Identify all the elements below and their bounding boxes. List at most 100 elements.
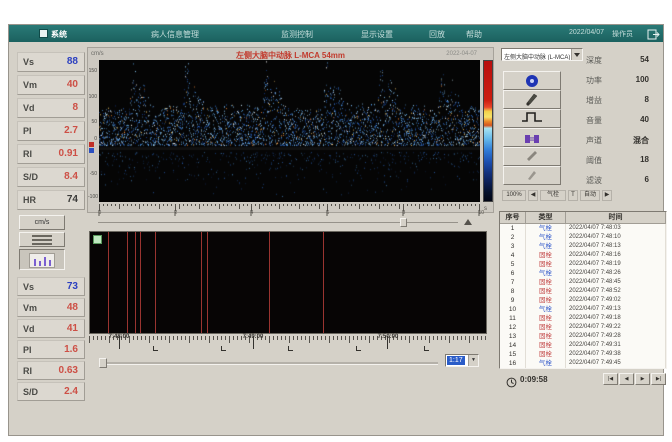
marker-compare-button[interactable]: = (503, 128, 561, 147)
unit-button[interactable]: cm/s (19, 215, 65, 230)
tick (101, 336, 102, 340)
tick (305, 336, 306, 340)
menu-display-settings[interactable]: 显示设置 (361, 29, 393, 40)
tick (345, 336, 346, 340)
chevron-down-icon[interactable]: ▼ (468, 355, 478, 366)
trend-scroll-thumb[interactable] (99, 358, 107, 368)
menu-monitor-control[interactable]: 监测控制 (281, 29, 313, 40)
event-row[interactable]: 16气栓2022/04/07 7:49:45 (500, 359, 666, 368)
prev-button[interactable]: ◀ (528, 190, 538, 201)
next-page-button[interactable]: ▶ (635, 373, 650, 385)
event-row[interactable]: 12固栓2022/04/07 7:49:22 (500, 323, 666, 332)
list-view-button[interactable] (19, 232, 65, 247)
event-row[interactable]: 13固栓2022/04/07 7:49:28 (500, 332, 666, 341)
event-row[interactable]: 3气栓2022/04/07 7:48:13 (500, 242, 666, 251)
sample-gate-button[interactable] (503, 109, 561, 128)
emboli-timeline-plot[interactable] (89, 231, 487, 334)
event-row[interactable]: 15固栓2022/04/07 7:49:38 (500, 350, 666, 359)
event-index: 11 (500, 314, 526, 323)
tick (259, 204, 260, 209)
x-axis-unit: s (484, 206, 487, 212)
menu-help[interactable]: 帮助 (466, 29, 482, 40)
event-row[interactable]: 8固栓2022/04/07 7:48:52 (500, 287, 666, 296)
tick (461, 336, 462, 340)
target-ring-icon (526, 75, 538, 87)
tick (255, 204, 256, 206)
elapsed-time: 0:09:58 (520, 375, 548, 384)
baseline-marker-negative[interactable] (89, 148, 94, 153)
next-button[interactable]: ▶ (602, 190, 612, 201)
tick (279, 204, 280, 209)
tick (213, 336, 214, 340)
event-type: 气栓 (526, 359, 566, 368)
last-page-button[interactable]: ▶| (651, 373, 666, 385)
tick (445, 336, 446, 340)
tick (167, 204, 168, 206)
param-value: 41 (67, 323, 78, 334)
param-vd-upper: Vd8 (17, 98, 85, 118)
histogram-view-button[interactable] (19, 249, 65, 270)
tick (209, 336, 210, 343)
trend-scrollbar[interactable] (101, 362, 438, 365)
tick (195, 204, 196, 206)
tick (181, 336, 182, 340)
doppler-spectrogram[interactable] (99, 60, 480, 202)
scale-spinner[interactable]: 1:17 ▼ (445, 354, 479, 367)
tick (153, 336, 154, 340)
event-table-body[interactable]: 1气栓2022/04/07 7:48:032气栓2022/04/07 7:48:… (500, 224, 666, 369)
tick (319, 204, 320, 209)
tick (177, 336, 178, 340)
event-row[interactable]: 2气栓2022/04/07 7:48:10 (500, 233, 666, 242)
tick (405, 336, 406, 340)
event-row[interactable]: 14固栓2022/04/07 7:49:31 (500, 341, 666, 350)
minute-mark (221, 346, 226, 351)
tick (431, 204, 432, 206)
menu-replay[interactable]: 回放 (429, 29, 445, 40)
event-row[interactable]: 11固栓2022/04/07 7:49:18 (500, 314, 666, 323)
param-value: 40 (67, 79, 78, 90)
vessel-select[interactable]: 左侧大脑中动脉 (L-MCA) (501, 48, 583, 61)
tool-pointer-button[interactable] (503, 166, 561, 185)
emboli-event-line (140, 232, 141, 333)
zoom-level-button[interactable]: 100% (502, 190, 526, 201)
rparam-gain-value: 8 (599, 95, 649, 104)
event-index: 2 (500, 233, 526, 242)
scroll-end-icon[interactable] (464, 219, 472, 225)
tag-button[interactable]: T (568, 190, 578, 201)
app-window: 系统 病人信息管理 监测控制 显示设置 回放 帮助 2022/04/07 操作员… (8, 24, 664, 436)
tick (165, 336, 166, 340)
target-ring-button[interactable] (503, 71, 561, 90)
menu-system[interactable]: 系统 (51, 29, 67, 40)
tick (443, 204, 444, 206)
menu-patient[interactable]: 病人信息管理 (151, 29, 199, 40)
tool-pen-button[interactable] (503, 147, 561, 166)
tick (417, 336, 418, 340)
event-row[interactable]: 6气栓2022/04/07 7:48:26 (500, 269, 666, 278)
event-row[interactable]: 10气栓2022/04/07 7:49:13 (500, 305, 666, 314)
emboli-event-line (135, 232, 136, 333)
auto-button[interactable]: 自动 (580, 190, 600, 201)
tick (107, 204, 108, 206)
trend-time-label: 7:49:00 (243, 334, 264, 340)
tick (357, 336, 358, 340)
spectrogram-scroll-thumb[interactable] (400, 218, 407, 227)
param-vs-upper: Vs88 (17, 52, 85, 72)
param-hr-upper: HR74 (17, 190, 85, 210)
exit-icon[interactable] (647, 29, 661, 40)
event-row[interactable]: 4固栓2022/04/07 7:48:16 (500, 251, 666, 260)
event-row[interactable]: 5固栓2022/04/07 7:48:19 (500, 260, 666, 269)
event-row[interactable]: 1气栓2022/04/07 7:48:03 (500, 224, 666, 233)
tick (457, 336, 458, 340)
tick (197, 336, 198, 340)
first-page-button[interactable]: |◀ (603, 373, 618, 385)
event-row[interactable]: 9固栓2022/04/07 7:49:02 (500, 296, 666, 305)
event-row[interactable]: 7固栓2022/04/07 7:48:45 (500, 278, 666, 287)
chevron-down-icon[interactable] (571, 49, 582, 60)
prev-page-button[interactable]: ◀ (619, 373, 634, 385)
probe-button[interactable] (503, 90, 561, 109)
tick (467, 204, 468, 206)
tick (207, 204, 208, 206)
tick (131, 204, 132, 206)
baseline-marker-positive[interactable] (89, 142, 94, 147)
embolus-filter-button[interactable]: 气栓 (540, 190, 566, 201)
